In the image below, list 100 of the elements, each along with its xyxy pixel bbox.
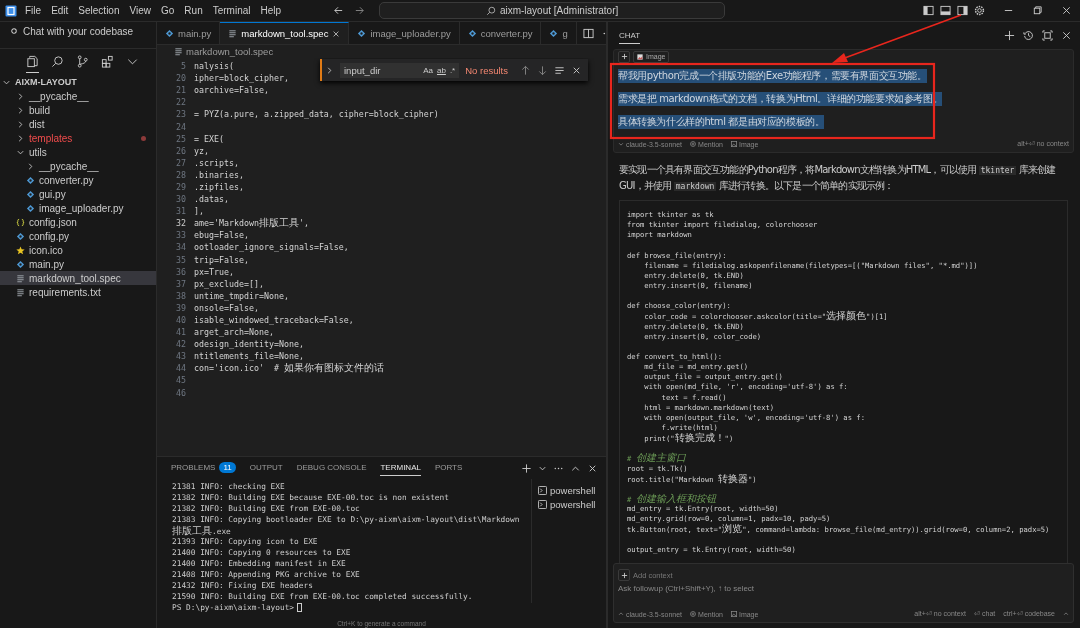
code-line: onsole=False,	[194, 302, 259, 313]
image-icon	[730, 611, 737, 617]
file-name: markdown_tool.spec	[29, 272, 121, 284]
chevron-right-icon[interactable]	[16, 105, 25, 115]
plus-icon[interactable]	[521, 462, 532, 474]
line-number: 29	[175, 182, 187, 192]
editor-tab[interactable]: converter.py	[459, 22, 542, 44]
image-icon	[730, 141, 737, 147]
lines-icon	[174, 47, 183, 56]
explorer-folder-row[interactable]: __pycache__	[0, 89, 156, 103]
chevron-up-icon[interactable]	[1063, 611, 1069, 617]
chevron-right-icon[interactable]	[26, 161, 35, 171]
find-input[interactable]: input_dir Aa ab .*	[340, 62, 460, 78]
explorer-folder-row[interactable]: build	[0, 103, 156, 117]
followup-field[interactable]: Ask followup (Ctrl+Shift+Y), ↑ to select	[618, 581, 1069, 596]
chat-tab[interactable]: CHAT	[619, 27, 641, 44]
command-search-field[interactable]: aixm-layout [Administrator]	[379, 2, 726, 19]
explorer-file-row[interactable]: config.json	[0, 215, 156, 229]
menu-item[interactable]: Help	[260, 5, 282, 16]
explorer-section-header[interactable]: AIXM-LAYOUT	[0, 75, 156, 89]
forward-arrow-icon[interactable]	[354, 5, 366, 16]
line-number: 40	[175, 315, 187, 325]
editor-tab[interactable]: g	[541, 22, 577, 44]
file-name: templates	[29, 132, 73, 144]
explorer-file-row[interactable]: image_uploader.py	[0, 201, 156, 215]
restore-icon[interactable]	[1032, 5, 1043, 16]
explorer-file-row[interactable]: gui.py	[0, 187, 156, 201]
search-icon	[51, 55, 64, 68]
explorer-folder-row[interactable]: utils	[0, 145, 156, 159]
sidebar-toggle-icon[interactable]	[923, 5, 934, 16]
explorer-file-row[interactable]: icon.ico	[0, 243, 156, 257]
add-button[interactable]	[618, 50, 630, 63]
file-name: icon.ico	[29, 244, 63, 256]
line-number: 37	[175, 278, 187, 289]
editor-tab[interactable]: image_uploader.py	[349, 22, 460, 44]
explorer-file-row[interactable]: requirements.txt	[0, 285, 156, 299]
chevron-right-icon[interactable]	[16, 91, 25, 101]
arrow-up-icon[interactable]	[520, 64, 531, 76]
code-line: .scripts,	[194, 157, 239, 168]
line-number: 26	[175, 145, 187, 156]
panel-tab[interactable]: PORTS	[434, 460, 463, 476]
python-file-icon	[357, 28, 367, 38]
close-icon[interactable]	[1061, 5, 1072, 16]
plus-icon[interactable]	[1004, 30, 1015, 41]
file-name: __pycache__	[39, 160, 99, 172]
code-line: ipher=block_cipher,	[194, 73, 289, 84]
code-line: trip=False,	[194, 254, 249, 265]
secondary-sidebar-toggle-icon[interactable]	[957, 5, 968, 16]
breadcrumb[interactable]: markdown_tool.spec	[186, 46, 274, 57]
menu-item[interactable]: Run	[184, 5, 203, 16]
terminal-instance-item[interactable]: powershell	[538, 483, 606, 497]
find-option-toggle[interactable]: .*	[449, 65, 456, 75]
panel-tab[interactable]: PROBLEMS 11	[171, 459, 236, 477]
chevron-right-icon[interactable]	[16, 119, 25, 129]
explorer-file-row[interactable]: main.py	[0, 257, 156, 271]
add-context-button[interactable]	[618, 569, 630, 581]
history-icon[interactable]	[1023, 30, 1034, 41]
chat-with-codebase-link[interactable]: Chat with your codebase	[0, 22, 156, 40]
menu-item[interactable]: Edit	[51, 5, 69, 16]
close-icon[interactable]	[1061, 30, 1072, 41]
menu-item[interactable]: Terminal	[212, 5, 251, 16]
code-line: untime_tmpdir=None,	[194, 290, 289, 301]
line-number: 21	[175, 85, 187, 96]
line-number: 22	[175, 97, 187, 108]
line-number: 46	[175, 387, 187, 398]
panel-toggle-icon[interactable]	[940, 5, 951, 16]
chevron-right-icon[interactable]	[325, 65, 334, 75]
find-option-toggle[interactable]: Aa	[423, 65, 433, 75]
file-name: converter.py	[39, 174, 94, 186]
explorer-file-row[interactable]: markdown_tool.spec	[0, 271, 156, 285]
code-line: ame='Markdown排版工具',	[194, 216, 309, 231]
explorer-folder-row[interactable]: __pycache__	[0, 159, 156, 173]
menu-icon[interactable]	[554, 64, 565, 76]
split-editor-icon[interactable]	[582, 27, 594, 39]
chevron-right-icon[interactable]	[16, 133, 25, 143]
at-sign-icon	[690, 141, 697, 147]
explorer-folder-row[interactable]: templates	[0, 131, 156, 145]
menu-item[interactable]: Go	[161, 5, 175, 16]
close-icon[interactable]	[332, 29, 341, 38]
back-arrow-icon[interactable]	[333, 5, 345, 16]
line-number: 32	[175, 218, 187, 229]
panel-tab[interactable]: DEBUG CONSOLE	[296, 460, 367, 476]
maximize-icon[interactable]	[1042, 30, 1053, 41]
text-cursor	[297, 603, 303, 612]
panel-tab[interactable]: TERMINAL	[380, 460, 421, 476]
explorer-file-row[interactable]: config.py	[0, 229, 156, 243]
explorer-folder-row[interactable]: dist	[0, 117, 156, 131]
panel-tab[interactable]: OUTPUT	[249, 460, 283, 476]
menu-item[interactable]: Selection	[78, 5, 120, 16]
menu-item[interactable]: File	[25, 5, 42, 16]
menu-item[interactable]: View	[129, 5, 151, 16]
settings-icon[interactable]	[974, 5, 985, 16]
line-number: 42	[175, 339, 187, 350]
editor-tab[interactable]: markdown_tool.spec	[220, 22, 350, 44]
python-file-icon	[549, 28, 559, 38]
code-line: arget_arch=None,	[194, 327, 274, 338]
arrow-down-icon[interactable]	[537, 64, 548, 76]
terminal-instance-item[interactable]: powershell	[538, 497, 606, 511]
find-option-toggle[interactable]: ab	[437, 65, 446, 75]
explorer-file-row[interactable]: converter.py	[0, 173, 156, 187]
